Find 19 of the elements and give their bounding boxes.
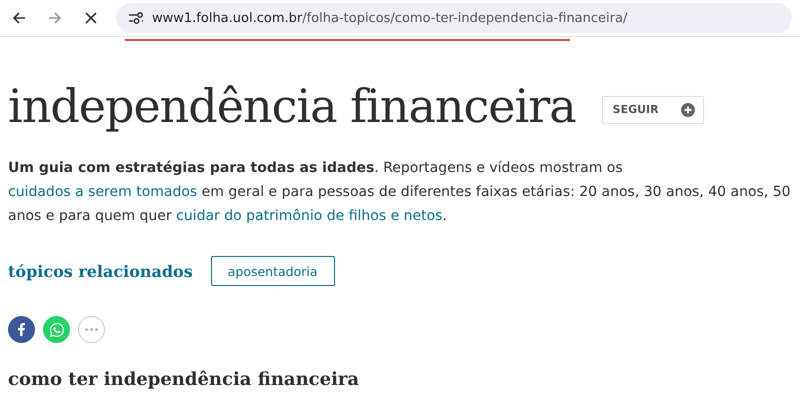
topic-description: Um guia com estratégias para todas as idades. Reportagens e vídeos mostram os cuidados a serem tomados em geral e para pessoas de diferentes faixas etárias: 20 anos, 30 anos, 40 anos, 50 anos e para quem quer cuidar do patrimônio de filhos e netos. (8, 159, 792, 226)
text-link[interactable]: cuidar do patrimônio de filhos e netos (176, 208, 442, 224)
whatsapp-icon (48, 322, 64, 338)
related-heading: tópicos relacionados (8, 262, 193, 281)
plus-icon (680, 102, 695, 117)
forward-arrow-icon (48, 11, 62, 25)
follow-button[interactable]: SEGUIR (602, 96, 704, 124)
text-link[interactable]: cuidados a serem tomados (8, 184, 198, 200)
more-icon (85, 328, 98, 332)
facebook-icon (15, 323, 28, 336)
topic-tag[interactable]: aposentadoria (210, 256, 335, 286)
topic-title: independência financeira (8, 79, 576, 134)
url-text: www1.folha.uol.com.br/folha-topicos/como-ter-independencia-financeira/ (152, 10, 628, 26)
share-button[interactable] (8, 316, 35, 344)
address-bar[interactable]: www1.folha.uol.com.br/folha-topicos/como-ter-independencia-financeira/ (116, 3, 792, 33)
section-heading: como ter independência financeira (8, 369, 360, 390)
close-icon (85, 12, 97, 24)
back-arrow-icon (12, 11, 26, 25)
site-settings-icon[interactable] (128, 11, 144, 25)
